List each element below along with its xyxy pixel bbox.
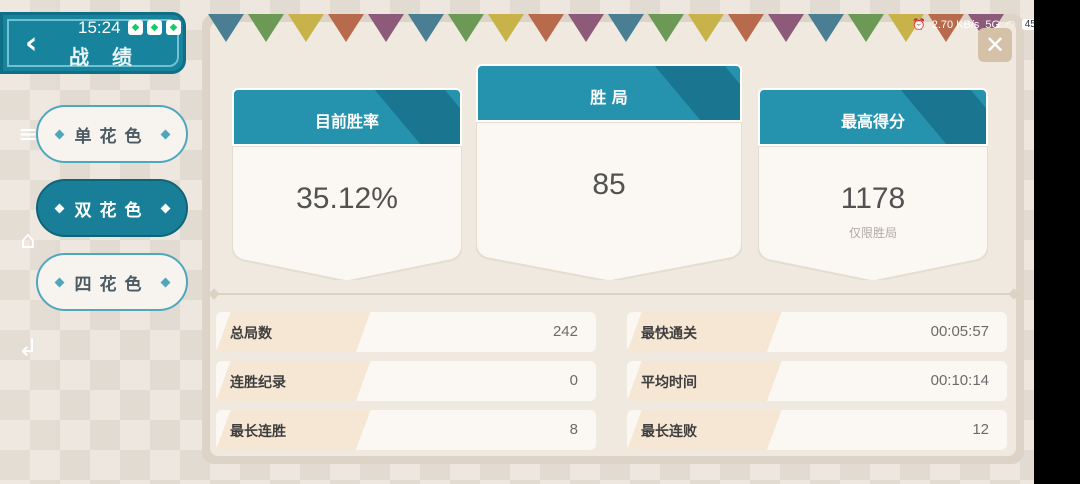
status-app-icons: ◆ ◆ ◆: [128, 20, 181, 35]
high-score-card: 最高得分 1178 仅限胜局: [758, 88, 988, 280]
card-label: 最高得分: [840, 112, 905, 131]
alarm-icon: ⏰: [912, 19, 926, 31]
divider: [208, 288, 1020, 300]
diamond-icon: [54, 203, 64, 213]
card-label: 目前胜率: [314, 112, 379, 131]
status-time: 15:24: [78, 18, 121, 37]
stat-label: 连胜纪录: [230, 375, 286, 391]
card-header: 胜 局: [476, 64, 742, 122]
bunting-decoration: [208, 14, 1018, 44]
diamond-icon: [54, 129, 64, 139]
stat-value: 242: [552, 323, 578, 340]
stat-value: 8: [569, 421, 578, 438]
diamond-icon: [160, 277, 170, 287]
close-button[interactable]: ✕: [978, 28, 1012, 62]
card-header: 目前胜率: [232, 88, 462, 146]
card-label: 胜 局: [590, 88, 628, 107]
app-notification-icon: ◆: [166, 20, 181, 35]
back-nav-icon[interactable]: ↲: [14, 334, 42, 362]
status-indicators: ⏰ 2.70 KB/s 5G ◠ 45: [912, 18, 1039, 31]
home-icon[interactable]: ⌂: [14, 226, 42, 254]
card-header: 最高得分: [758, 88, 988, 146]
page-title: 战 绩: [69, 45, 140, 69]
back-chevron-icon[interactable]: ‹: [25, 29, 37, 59]
net-speed: 2.70 KB/s: [931, 18, 980, 31]
stat-label: 最长连胜: [230, 424, 286, 440]
stat-row-average-time: 平均时间 00:10:14: [627, 361, 1007, 401]
stat-value: 00:10:14: [930, 372, 989, 389]
category-single-suit[interactable]: 单花色: [36, 105, 188, 163]
wins-card: 胜 局 85: [476, 64, 742, 280]
wins-value: 85: [592, 168, 626, 201]
stat-label: 总局数: [230, 326, 272, 342]
win-rate-card: 目前胜率 35.12%: [232, 88, 462, 280]
stat-row-total-games: 总局数 242: [216, 312, 596, 352]
stat-row-win-streak: 连胜纪录 0: [216, 361, 596, 401]
diamond-icon: [160, 129, 170, 139]
app-notification-icon: ◆: [128, 20, 143, 35]
category-label: 双花色: [74, 200, 150, 221]
diamond-icon: [160, 203, 170, 213]
stat-row-longest-lose-streak: 最长连败 12: [627, 410, 1007, 450]
stat-row-fastest-clear: 最快通关 00:05:57: [627, 312, 1007, 352]
stat-value: 00:05:57: [930, 323, 989, 340]
win-rate-value: 35.12%: [296, 182, 398, 215]
stat-label: 最快通关: [641, 326, 697, 342]
category-label: 四花色: [74, 274, 150, 295]
right-edge-bar: [1034, 0, 1080, 484]
stat-value: 12: [972, 421, 989, 438]
diamond-icon: [54, 277, 64, 287]
stat-row-longest-win-streak: 最长连胜 8: [216, 410, 596, 450]
category-label: 单花色: [74, 126, 150, 147]
category-two-suit[interactable]: 双花色: [36, 179, 188, 237]
app-notification-icon: ◆: [147, 20, 162, 35]
stat-value: 0: [569, 372, 578, 389]
stat-label: 最长连败: [641, 424, 697, 440]
high-score-value: 1178: [840, 182, 906, 215]
stat-label: 平均时间: [641, 375, 697, 391]
category-four-suit[interactable]: 四花色: [36, 253, 188, 311]
high-score-note: 仅限胜局: [848, 226, 897, 240]
